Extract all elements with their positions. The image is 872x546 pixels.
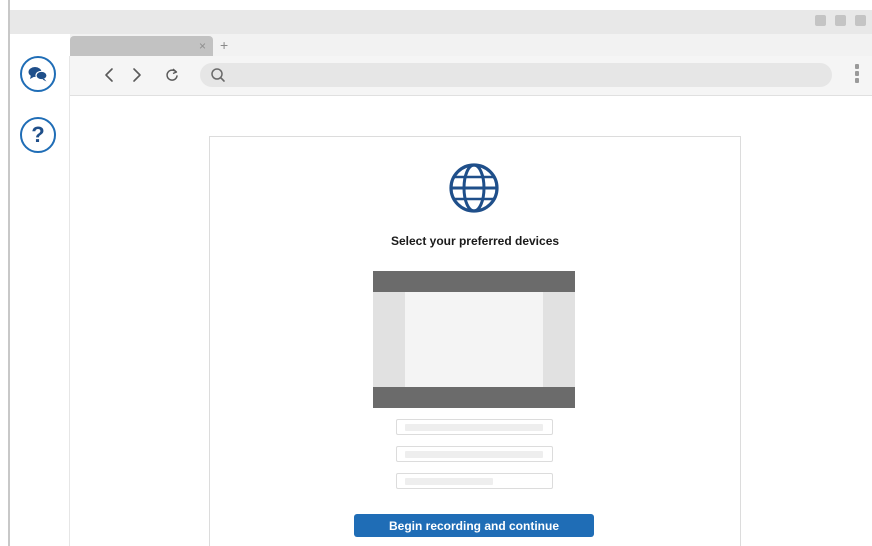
browser-tab[interactable]: ×	[70, 36, 213, 56]
device-select-2[interactable]	[396, 446, 553, 462]
new-tab-button[interactable]: +	[220, 37, 228, 53]
device-select-3-value	[405, 478, 493, 485]
window-title-bar	[10, 10, 872, 34]
help-button[interactable]: ?	[20, 117, 56, 153]
kebab-menu-icon	[850, 64, 864, 83]
begin-recording-button[interactable]: Begin recording and continue	[354, 514, 594, 537]
reload-button[interactable]	[161, 62, 183, 88]
window-left-border	[8, 0, 10, 546]
preview-right-pane	[543, 292, 575, 387]
side-rail-divider	[69, 56, 70, 546]
device-select-2-value	[405, 451, 543, 458]
window-close-button[interactable]	[855, 15, 866, 26]
dialog-heading: Select your preferred devices	[390, 234, 560, 248]
preview-top-bar	[373, 271, 575, 292]
browser-window: × + ? Select your preferred devices Begi…	[0, 0, 872, 546]
camera-preview	[373, 271, 575, 408]
back-button[interactable]	[98, 62, 120, 88]
forward-button[interactable]	[126, 62, 148, 88]
globe-icon	[449, 163, 499, 213]
device-select-3[interactable]	[396, 473, 553, 489]
search-icon	[211, 68, 225, 82]
chat-bubbles-icon	[28, 67, 48, 82]
tab-close-icon[interactable]: ×	[199, 37, 206, 55]
address-bar[interactable]	[200, 63, 832, 87]
device-select-1-value	[405, 424, 543, 431]
device-select-1[interactable]	[396, 419, 553, 435]
chevron-left-icon	[105, 68, 113, 82]
preview-left-pane	[373, 292, 405, 387]
preview-bottom-bar	[373, 387, 575, 408]
reload-icon	[166, 68, 178, 81]
browser-menu-button[interactable]	[850, 62, 864, 88]
preview-video-area	[405, 292, 543, 387]
help-icon: ?	[31, 122, 45, 147]
chat-button[interactable]	[20, 56, 56, 92]
chevron-right-icon	[133, 68, 141, 82]
window-minimize-button[interactable]	[815, 15, 826, 26]
window-maximize-button[interactable]	[835, 15, 846, 26]
